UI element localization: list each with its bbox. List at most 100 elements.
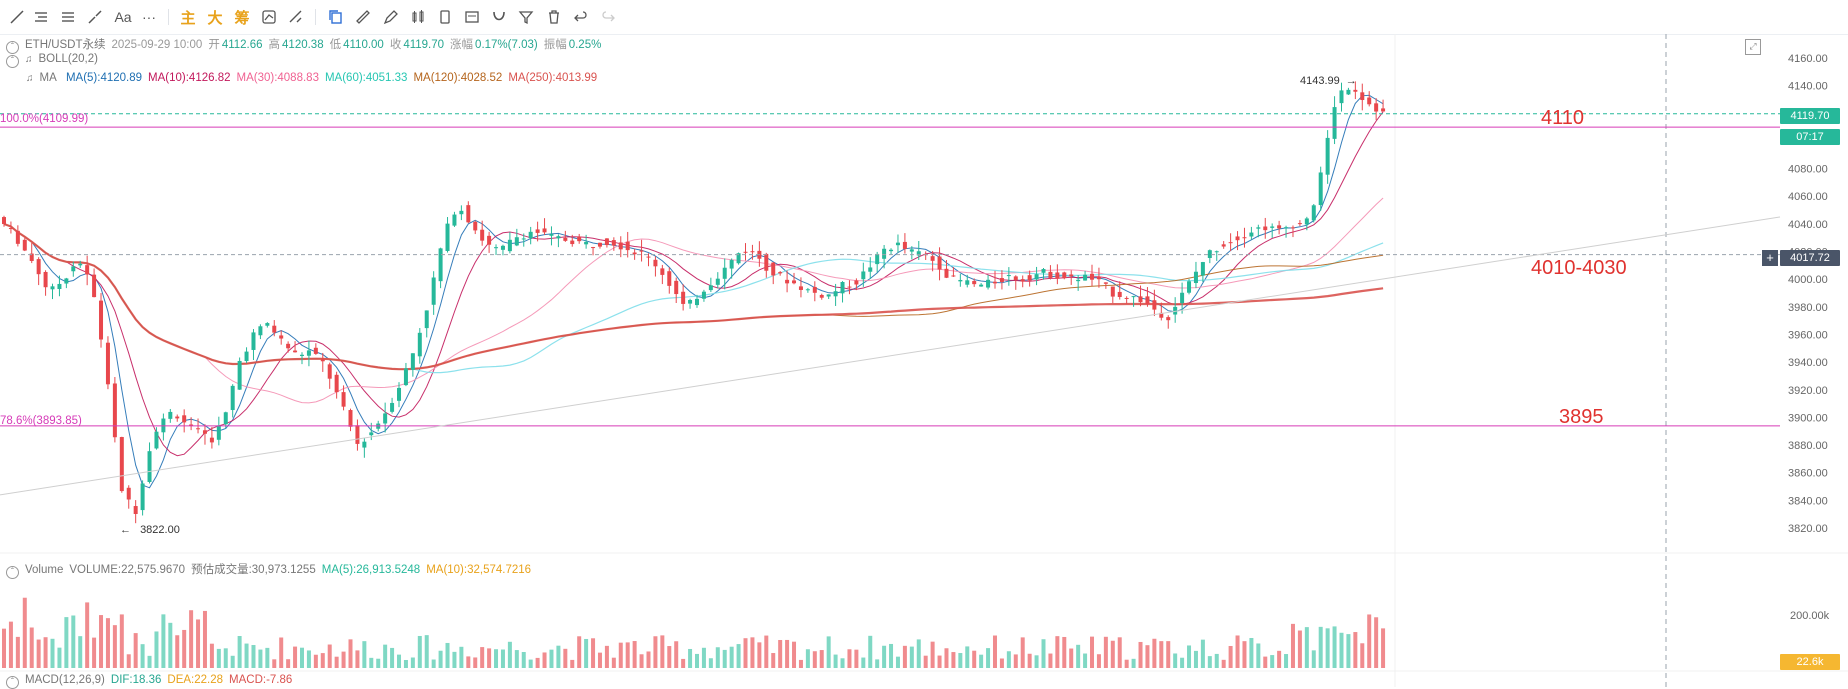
volume-bar: [972, 650, 977, 668]
collapse-icon[interactable]: ˆ: [6, 566, 19, 579]
candle-body: [1367, 97, 1372, 105]
volume-bar: [126, 654, 131, 668]
toolbar-divider: [315, 9, 316, 25]
candle-body: [778, 272, 783, 274]
candle-body: [521, 238, 526, 240]
level-annotation-4110: 4110: [1541, 107, 1585, 129]
candle-body: [1235, 236, 1240, 241]
add-alert-icon[interactable]: +: [1762, 250, 1778, 266]
volume-bar: [189, 610, 194, 668]
change-label: 涨幅: [450, 39, 474, 51]
volume-bar: [299, 647, 304, 668]
candle-body: [230, 385, 235, 411]
collapse-icon[interactable]: ˆ: [6, 55, 19, 68]
high-value: 4120.38: [282, 39, 324, 51]
more-icon[interactable]: ···: [138, 6, 160, 28]
volume-bar: [861, 657, 866, 668]
close-value: 4119.70: [403, 39, 445, 51]
candle-body: [1166, 317, 1171, 321]
undo-icon[interactable]: [570, 6, 592, 28]
overlays: [0, 113, 1781, 496]
volume-bar: [778, 640, 783, 668]
parallel-lines-icon[interactable]: [57, 6, 79, 28]
candle-body: [1180, 292, 1185, 304]
candle-body: [688, 299, 693, 304]
candle-body: [674, 280, 679, 295]
filter-icon[interactable]: [515, 6, 537, 28]
volume-bar: [674, 641, 679, 668]
candle-body: [1006, 275, 1011, 277]
candle-body: [895, 242, 900, 246]
volume-bar: [1145, 645, 1150, 668]
delete-icon[interactable]: [543, 6, 565, 28]
strategy-icon[interactable]: [285, 6, 307, 28]
candle-body: [251, 332, 256, 350]
ruler-icon[interactable]: [352, 6, 374, 28]
candle-body: [43, 271, 48, 288]
volume-bar: [1090, 636, 1095, 668]
candle-body: [722, 267, 727, 279]
bell-icon[interactable]: ♫: [25, 54, 33, 65]
candle-body: [327, 364, 332, 379]
candle-body: [591, 247, 596, 249]
volume-bar: [341, 651, 346, 668]
price-tick-label: 3900.00: [1788, 412, 1828, 424]
volume-bar: [99, 615, 104, 668]
volume-bar: [1193, 650, 1198, 668]
volume-bar: [743, 638, 748, 668]
candle-type-icon[interactable]: [407, 6, 429, 28]
pen-icon[interactable]: [380, 6, 402, 28]
volume-bar: [902, 645, 907, 668]
magnet-icon[interactable]: [488, 6, 510, 28]
candle-body: [785, 279, 790, 284]
volume-bar: [660, 635, 665, 668]
phone-icon[interactable]: [434, 6, 456, 28]
candle-body: [805, 289, 810, 291]
redo-icon[interactable]: [597, 6, 619, 28]
horizontal-lines-icon[interactable]: [30, 6, 52, 28]
volume-bar: [64, 617, 69, 668]
volume-bar: [1311, 650, 1316, 668]
candle-body: [1277, 225, 1282, 229]
price-tick-label: 3920.00: [1788, 385, 1828, 397]
macd-dea: DEA:22.28: [167, 674, 224, 686]
candlestick-chart[interactable]: 4160.004140.004120.004100.004080.004060.…: [0, 34, 1848, 687]
candle-body: [1284, 227, 1289, 229]
text-tool-icon[interactable]: Aa: [110, 6, 136, 28]
amp-value: 0.25%: [568, 39, 602, 51]
candle-body: [494, 247, 499, 249]
large-order-button[interactable]: 大: [204, 6, 226, 28]
candle-body: [480, 229, 485, 241]
volume-bar: [847, 649, 852, 668]
volume-bar: [459, 646, 464, 668]
volume-legend: ˆ Volume VOLUME:22,575.9670 预估成交量:30,973.12…: [6, 561, 537, 579]
price-tick-label: 4060.00: [1788, 191, 1828, 203]
candle-body: [313, 347, 318, 354]
candle-body: [272, 325, 277, 333]
note-icon[interactable]: [461, 6, 483, 28]
line-tool-icon[interactable]: [6, 6, 28, 28]
bell-icon[interactable]: ♫: [26, 73, 34, 84]
collapse-icon[interactable]: ˆ: [6, 676, 19, 689]
indicator-icon[interactable]: [258, 6, 280, 28]
candle-body: [1304, 218, 1309, 225]
candle-body: [8, 228, 13, 230]
brush-icon[interactable]: [84, 6, 106, 28]
candle-body: [1339, 90, 1344, 104]
volume-bar: [50, 638, 55, 668]
candle-body: [771, 262, 776, 276]
candle-body: [71, 266, 76, 272]
candle-body: [653, 259, 658, 267]
candle-body: [293, 350, 298, 353]
open-label: 开: [208, 39, 220, 51]
main-chart-button[interactable]: 主: [177, 6, 199, 28]
ma-line-30: [3, 197, 1384, 404]
candle-body: [383, 413, 388, 424]
price-tick-label: 3980.00: [1788, 302, 1828, 314]
candle-body: [1096, 276, 1101, 280]
fullscreen-icon[interactable]: ⤢: [1745, 39, 1761, 55]
countdown-box: 07:17: [1780, 129, 1840, 145]
copy-icon[interactable]: [325, 6, 347, 28]
chip-button[interactable]: 筹: [231, 6, 253, 28]
volume-bar: [202, 610, 207, 668]
